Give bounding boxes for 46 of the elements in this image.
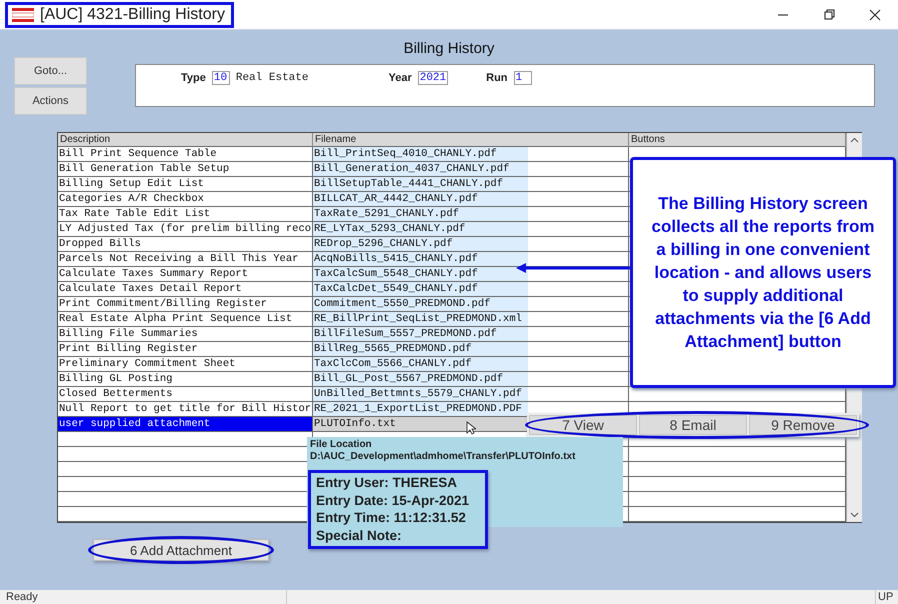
input-field[interactable]: 2021 bbox=[418, 71, 448, 85]
row-action-button[interactable]: 7 View bbox=[529, 415, 637, 435]
file-location-label: File Location bbox=[309, 438, 373, 450]
input-field[interactable]: 1 bbox=[514, 71, 532, 85]
field-description: Real Estate bbox=[236, 72, 308, 84]
table-cell[interactable]: BillSetupTable_4441_CHANLY.pdf bbox=[313, 177, 629, 191]
add-attachment-button[interactable]: 6 Add Attachment bbox=[93, 539, 269, 561]
logo-icon bbox=[12, 8, 34, 22]
input-field[interactable]: 10 bbox=[212, 71, 230, 85]
file-path: D:\AUC_Development\admhome\Transfer\PLUTOInfo.txt bbox=[309, 450, 576, 462]
table-cell[interactable]: REDrop_5296_CHANLY.pdf bbox=[313, 237, 629, 251]
table-cell[interactable]: Commitment_5550_PREDMOND.pdf bbox=[313, 297, 629, 311]
screen-heading: Billing History bbox=[402, 40, 496, 57]
field-label: Year bbox=[388, 72, 412, 84]
table-cell[interactable]: TaxRate_5291_CHANLY.pdf bbox=[313, 207, 629, 221]
row-action-button[interactable]: 8 Email bbox=[639, 415, 747, 435]
table-cell[interactable]: TaxClcCom_5566_CHANLY.pdf bbox=[313, 357, 629, 371]
entry-detail: Entry Date: 15-Apr-2021 bbox=[316, 492, 470, 509]
table-cell[interactable]: RE_BillPrint_SeqList_PREDMOND.xml bbox=[313, 312, 629, 326]
table-cell[interactable]: Bill_PrintSeq_4010_CHANLY.pdf bbox=[313, 147, 629, 161]
entry-detail: Entry User: THERESA bbox=[316, 474, 458, 492]
field-label: Run bbox=[486, 72, 508, 84]
table-cell[interactable]: TaxCalcDet_5549_CHANLY.pdf bbox=[313, 282, 629, 296]
table-cell[interactable]: BILLCAT_AR_4442_CHANLY.pdf bbox=[313, 192, 629, 206]
table-cell[interactable]: UnBilled_Bettmnts_5579_CHANLY.pdf bbox=[313, 387, 629, 401]
table-cell[interactable]: RE_2021_1_ExportList_PREDMOND.PDF bbox=[313, 402, 629, 416]
status-indicator: UP bbox=[875, 590, 898, 604]
row-action-button[interactable]: 9 Remove bbox=[749, 415, 857, 435]
side-button[interactable]: Goto... bbox=[14, 57, 87, 85]
table-cell[interactable]: user supplied attachment bbox=[58, 417, 313, 431]
table-cell[interactable]: RE_LYTax_5293_CHANLY.pdf bbox=[313, 222, 629, 236]
side-button[interactable]: Actions bbox=[14, 87, 87, 115]
window-title: [AUC] 4321-Billing History bbox=[5, 2, 234, 28]
entry-detail: Special Note: bbox=[316, 526, 403, 544]
table-cell[interactable]: BillReg_5565_PREDMOND.pdf bbox=[313, 342, 629, 356]
entry-detail: Entry Time: 11:12:31.52 bbox=[316, 509, 467, 526]
field-label: Type bbox=[181, 72, 206, 84]
callout-text: The Billing History screen collects all the reports from a billing in one convenient location - and allows users to supply additional attachments via the [6 Add Attachment] button bbox=[650, 193, 876, 353]
table-cell[interactable]: AcqNoBills_5415_CHANLY.pdf bbox=[313, 252, 629, 266]
status-message: Ready bbox=[0, 590, 287, 604]
table-cell[interactable]: Bill_GL_Post_5567_PREDMOND.pdf bbox=[313, 372, 629, 386]
cursor-icon bbox=[466, 421, 476, 435]
column-header: Description bbox=[58, 133, 313, 147]
table-cell[interactable]: BillFileSum_5557_PREDMOND.pdf bbox=[313, 327, 629, 341]
table-cell[interactable]: TaxCalcSum_5548_CHANLY.pdf bbox=[313, 267, 629, 281]
table-cell[interactable]: Bill_Generation_4037_CHANLY.pdf bbox=[313, 162, 629, 176]
